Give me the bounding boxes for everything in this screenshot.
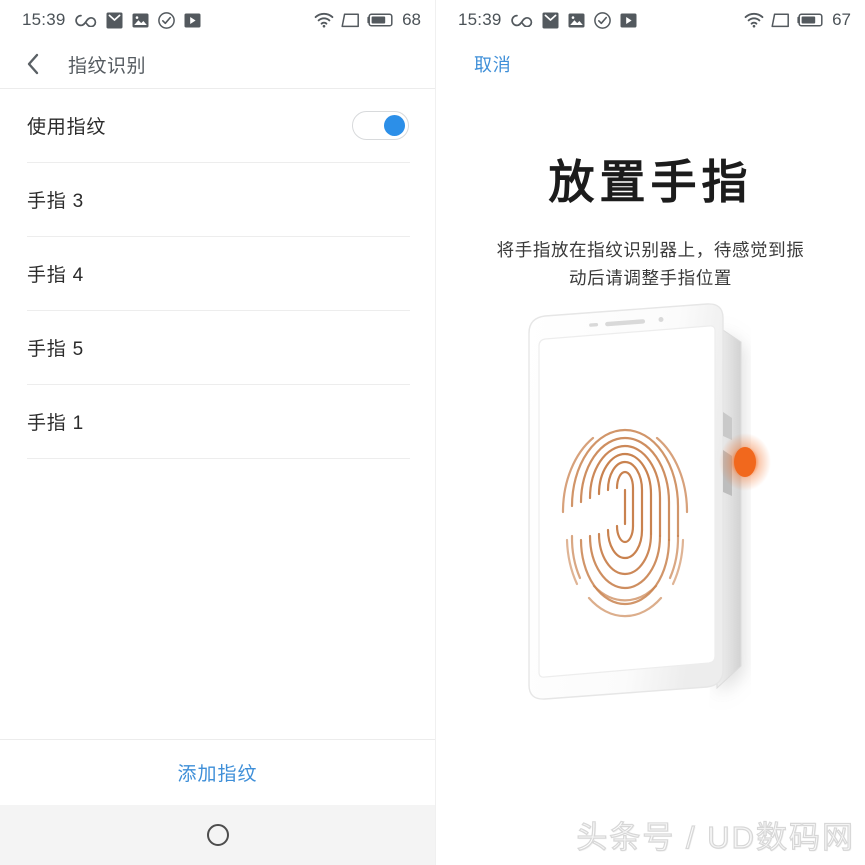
signal-icon (771, 12, 790, 28)
infinity-icon (510, 14, 533, 27)
status-bar-right-group: 67 (744, 10, 851, 30)
add-fingerprint-section: 添加指纹 (0, 739, 435, 805)
play-icon (184, 13, 201, 28)
photo-icon (568, 12, 585, 29)
left-phone-screen: 15:39 68 指纹识别 使用指纹 手指 3 手指 4 手指 5 手指 1 添… (0, 0, 435, 865)
infinity-icon (74, 14, 97, 27)
enroll-subtitle: 将手指放在指纹识别器上，待感觉到振动后请调整手指位置 (496, 240, 805, 289)
status-bar-left: 15:39 68 (0, 0, 435, 40)
check-circle-icon (157, 11, 175, 29)
list-item-finger-1[interactable]: 手指 1 (0, 385, 435, 458)
signal-icon (341, 12, 360, 28)
add-fingerprint-button[interactable]: 添加指纹 (0, 740, 435, 805)
list-item-finger-3[interactable]: 手指 3 (0, 163, 435, 236)
app-header-left: 指纹识别 (0, 40, 435, 88)
status-clock: 15:39 (458, 10, 502, 29)
page-title: 指纹识别 (68, 55, 147, 77)
right-phone-screen: 15:39 67 取消 放置手指 将手指放在指纹识别器上，待感觉到振动后请调整手… (435, 0, 865, 865)
use-fingerprint-toggle[interactable] (352, 111, 409, 140)
battery-level-label: 68 (402, 10, 421, 29)
phone-fingerprint-illustration (436, 300, 865, 750)
home-circle-icon[interactable] (206, 824, 229, 846)
list-item-label: 手指 5 (27, 339, 85, 360)
mail-icon (106, 12, 123, 29)
photo-icon (132, 12, 149, 29)
list-item-label: 手指 3 (27, 191, 85, 212)
cancel-button[interactable]: 取消 (474, 51, 512, 77)
use-fingerprint-label: 使用指纹 (27, 117, 107, 138)
status-bar-right: 15:39 67 (436, 0, 865, 40)
status-bar-left-group: 15:39 (458, 10, 744, 30)
battery-icon (797, 13, 824, 27)
fingerprint-sensor-dot (718, 433, 771, 491)
battery-level-label: 67 (832, 10, 851, 29)
list-item-finger-5[interactable]: 手指 5 (0, 311, 435, 384)
list-item-label: 手指 1 (27, 413, 85, 434)
dual-screenshot-container: 15:39 68 指纹识别 使用指纹 手指 3 手指 4 手指 5 手指 1 添… (0, 0, 865, 865)
play-icon (620, 13, 637, 28)
status-bar-left-group: 15:39 (22, 10, 314, 30)
watermark: 头条号 / UD数码网 (576, 819, 855, 855)
toggle-knob (384, 115, 405, 136)
check-circle-icon (593, 11, 611, 29)
mail-icon (542, 12, 559, 29)
list-item-label: 手指 4 (27, 265, 85, 286)
list-divider (27, 458, 410, 459)
battery-icon (367, 13, 394, 27)
use-fingerprint-row[interactable]: 使用指纹 (0, 89, 435, 162)
phone-screen (537, 325, 716, 678)
fingerprint-settings-list: 使用指纹 手指 3 手指 4 手指 5 手指 1 (0, 89, 435, 459)
enroll-title: 放置手指 (548, 156, 753, 208)
status-bar-right-group: 68 (314, 10, 421, 30)
list-item-finger-4[interactable]: 手指 4 (0, 237, 435, 310)
wifi-icon (314, 12, 334, 28)
cancel-bar: 取消 (436, 40, 865, 88)
back-chevron-icon[interactable] (26, 53, 42, 75)
wifi-icon (744, 12, 764, 28)
phone-illustration-svg (527, 303, 771, 700)
status-clock: 15:39 (22, 10, 66, 29)
navigation-bar (0, 805, 435, 865)
